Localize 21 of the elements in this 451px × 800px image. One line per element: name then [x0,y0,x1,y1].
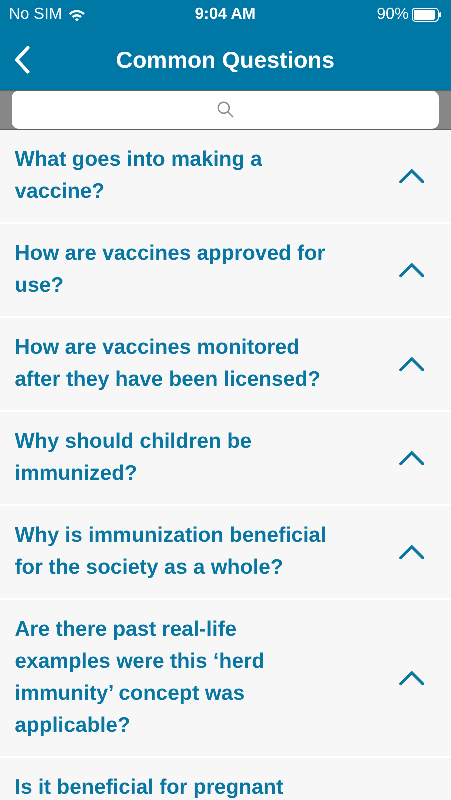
question-text: Are there past real-life examples were this ‘herd immunity’ concept was applicable? [15,617,266,739]
question-text: Is it beneficial for pregnant [15,775,284,800]
battery-icon [412,8,442,22]
screen-title: Common Questions [116,46,335,75]
search-icon [216,101,234,119]
question-text: Why is immunization beneficial for the society as a whole? [15,523,328,581]
question-text: How are vaccines approved for use? [15,241,326,299]
chevron-up-icon [399,450,425,466]
question-text: What goes into making a vaccine? [15,147,264,205]
question-text: Why should children be immunized? [15,429,253,487]
battery-percentage: 90% [376,5,409,25]
chevron-up-icon [399,670,425,686]
carrier-label: No SIM [9,5,62,25]
chevron-up-icon [399,168,425,184]
chevron-up-icon [399,262,425,278]
chevron-up-icon [399,356,425,372]
chevron-up-icon [399,544,425,560]
question-text: How are vaccines monitored after they have been licensed? [15,335,322,393]
wifi-icon [68,8,86,22]
clock-time: 9:04 AM [195,5,256,25]
back-chevron-icon [13,45,31,75]
